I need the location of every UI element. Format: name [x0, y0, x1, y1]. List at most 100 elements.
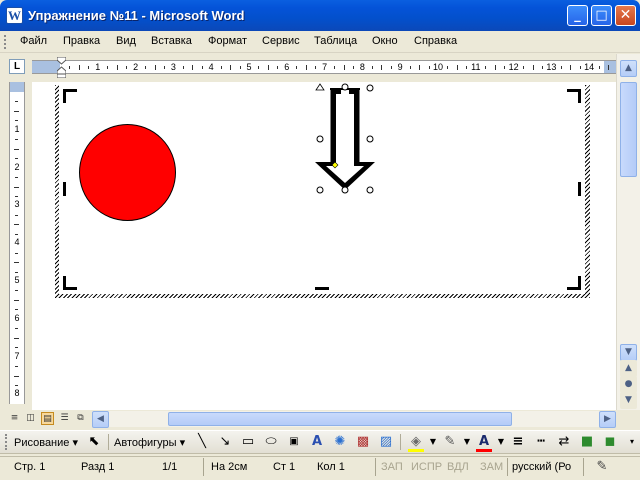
scroll-down-button[interactable]: ▼ — [620, 344, 637, 361]
dropdown-arrow-icon[interactable]: ▼ — [459, 434, 475, 450]
ruler-tick — [15, 195, 18, 197]
ruler-tick — [78, 65, 80, 70]
font-color-swatch — [476, 449, 492, 452]
horizontal-scroll-thumb[interactable] — [168, 412, 512, 426]
reading-layout-icon[interactable]: ⧉ — [74, 412, 87, 425]
ruler-tick — [239, 66, 241, 69]
ruler-tick — [409, 66, 411, 69]
ruler-tick — [14, 299, 19, 301]
spelling-status-icon[interactable]: ✎ — [594, 459, 610, 475]
ruler-tick — [182, 66, 184, 69]
ruler-tick — [15, 252, 18, 254]
draw-menu-label: Рисование — [14, 437, 70, 449]
canvas-crop-handle[interactable] — [63, 276, 77, 290]
status-ovr[interactable]: ЗАМ — [480, 461, 503, 473]
status-ext[interactable]: ВДЛ — [447, 461, 469, 473]
word-app-icon[interactable]: W — [6, 7, 23, 24]
menu-help[interactable]: Справка — [414, 35, 457, 47]
autoshapes-menu-button[interactable]: Автофигуры ▾ — [114, 436, 185, 449]
fill-color-icon[interactable]: ◈ — [408, 434, 424, 450]
ruler-number: 11 — [471, 62, 481, 72]
draw-menu-button[interactable]: Рисование ▾ — [14, 436, 78, 449]
ruler-number: 8 — [14, 388, 20, 399]
dropdown-arrow-icon[interactable]: ▼ — [493, 434, 509, 450]
line-icon[interactable]: ╲ — [194, 434, 210, 450]
canvas-crop-handle[interactable] — [578, 182, 581, 196]
menu-window[interactable]: Окно — [372, 35, 398, 47]
ruler-number: 1 — [95, 62, 101, 72]
menu-insert[interactable]: Вставка — [151, 35, 192, 47]
toolbar-separator — [108, 434, 109, 450]
menu-edit[interactable]: Правка — [63, 35, 100, 47]
indent-marker-icon[interactable] — [57, 57, 66, 78]
toolbar-grip-icon[interactable] — [5, 434, 8, 450]
ruler-tick — [598, 66, 600, 69]
menu-format[interactable]: Формат — [208, 35, 247, 47]
canvas-crop-handle[interactable] — [315, 287, 329, 290]
red-circle-shape[interactable] — [79, 124, 176, 221]
picture-icon[interactable]: ▨ — [378, 434, 394, 450]
ruler-tick — [107, 66, 109, 69]
canvas-crop-handle[interactable] — [63, 89, 77, 103]
ruler-tick — [504, 66, 506, 69]
status-rec[interactable]: ЗАП — [381, 461, 403, 473]
next-page-icon[interactable]: ▼ — [620, 392, 637, 409]
select-objects-icon[interactable]: ⬉ — [86, 434, 102, 450]
wordart-icon[interactable]: A — [309, 434, 325, 450]
status-pages: 1/1 — [162, 461, 178, 473]
previous-page-icon[interactable]: ▲ — [620, 360, 637, 377]
menu-file[interactable]: Файл — [20, 35, 47, 47]
print-layout-icon[interactable]: ▤ — [41, 412, 54, 425]
arrow-style-icon[interactable]: ⇄ — [556, 434, 572, 450]
status-language[interactable]: русский (Ро — [512, 461, 571, 473]
menu-tools[interactable]: Сервис — [262, 35, 300, 47]
minimize-button[interactable]: _ — [567, 5, 588, 26]
ruler-tick — [201, 66, 203, 69]
ruler-tick — [15, 120, 18, 122]
menu-view[interactable]: Вид — [116, 35, 136, 47]
canvas-crop-handle[interactable] — [567, 89, 581, 103]
toolbar-grip-icon[interactable] — [4, 35, 7, 49]
vertical-ruler[interactable]: 1 2 3 4 5 6 7 8 — [9, 82, 25, 404]
dropdown-arrow-icon[interactable]: ▼ — [425, 434, 441, 450]
textbox-icon[interactable]: ▣ — [286, 434, 302, 450]
ruler-tick — [381, 65, 383, 70]
normal-view-icon[interactable]: ≡ — [8, 412, 21, 425]
close-button[interactable]: ✕ — [615, 5, 636, 26]
shadow-icon[interactable]: ■ — [579, 434, 595, 450]
scroll-right-button[interactable]: ▶ — [599, 411, 616, 428]
horizontal-ruler[interactable]: 1 2 3 4 5 6 7 8 9 10 11 12 13 14 — [32, 60, 616, 74]
font-color-icon[interactable]: A — [476, 434, 492, 450]
title-bar[interactable]: W Упражнение №11 - Microsoft Word _ □ ✕ — [0, 0, 640, 31]
clipart-icon[interactable]: ▩ — [355, 434, 371, 450]
select-browse-object-icon[interactable]: ● — [620, 376, 637, 393]
tab-selector-button[interactable]: L — [9, 59, 25, 74]
ruler-tick — [15, 328, 18, 330]
status-at: На 2см — [211, 461, 248, 473]
canvas-crop-handle[interactable] — [63, 182, 66, 196]
ruler-tick — [485, 66, 487, 69]
down-arrow-shape[interactable] — [300, 82, 390, 202]
scroll-up-button[interactable]: ▲ — [620, 60, 637, 77]
status-trk[interactable]: ИСПР — [411, 461, 442, 473]
outline-view-icon[interactable]: ☰ — [58, 412, 71, 425]
diagram-icon[interactable]: ✺ — [332, 434, 348, 450]
ruler-number: 2 — [133, 62, 139, 72]
web-layout-icon[interactable]: ◫ — [24, 412, 37, 425]
menu-table[interactable]: Таблица — [314, 35, 357, 47]
maximize-button[interactable]: □ — [591, 5, 612, 26]
ruler-tick — [163, 66, 165, 69]
scroll-left-button[interactable]: ◀ — [92, 411, 109, 428]
3d-icon[interactable]: ◼ — [602, 434, 618, 450]
vertical-scroll-thumb[interactable] — [620, 82, 637, 177]
ruler-tick — [126, 66, 128, 69]
dash-style-icon[interactable]: ┅ — [533, 434, 549, 450]
line-color-icon[interactable]: ✎ — [442, 434, 458, 450]
line-style-icon[interactable]: ≡ — [510, 434, 526, 450]
rectangle-icon[interactable]: ▭ — [240, 434, 256, 450]
ruler-tick — [466, 66, 468, 69]
canvas-crop-handle[interactable] — [567, 276, 581, 290]
oval-icon[interactable]: ⬭ — [263, 434, 279, 450]
arrow-icon[interactable]: ↘ — [217, 434, 233, 450]
toolbar-options-icon[interactable]: ▾ — [624, 434, 640, 450]
